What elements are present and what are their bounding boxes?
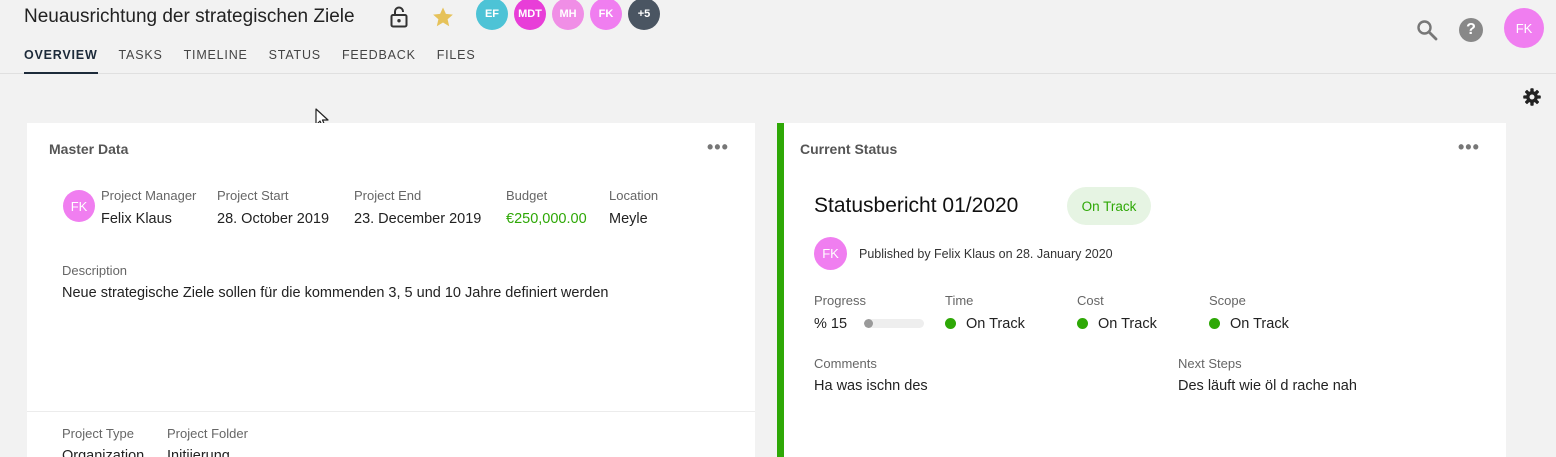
progress-label: Progress [814,293,867,308]
help-icon[interactable]: ? [1459,18,1483,42]
cost-label: Cost [1077,293,1104,308]
status-more-button[interactable]: ••• [1458,137,1480,158]
next-steps-label: Next Steps [1178,356,1242,371]
tab-overview[interactable]: OVERVIEW [24,48,98,74]
gear-icon[interactable] [1522,87,1542,107]
master-more-button[interactable]: ••• [707,137,729,158]
project-start-label: Project Start [217,188,289,203]
comments-label: Comments [814,356,877,371]
description-value: Neue strategische Ziele sollen für die k… [62,285,609,301]
project-manager-label: Project Manager [101,188,197,203]
current-status-card: Current Status ••• Statusbericht 01/2020… [777,123,1506,457]
progress-bar [864,319,924,328]
comments-value: Ha was ischn des [814,378,928,394]
project-tabs: OVERVIEW TASKS TIMELINE STATUS FEEDBACK FILES [24,48,496,74]
search-icon[interactable] [1415,18,1439,42]
next-steps-value: Des läuft wie öl d rache nah [1178,378,1357,394]
project-manager-value: Felix Klaus [101,211,172,227]
cost-status-dot [1077,318,1088,329]
tab-files[interactable]: FILES [437,48,476,74]
project-type-value: Organization [62,448,145,457]
project-end-label: Project End [354,188,422,203]
project-start-value: 28. October 2019 [217,211,330,227]
lock-open-icon[interactable] [389,6,409,28]
publisher-avatar: FK [814,237,847,270]
scope-value: On Track [1230,316,1289,332]
master-data-card: Master Data ••• FK Project Manager Felix… [27,123,755,457]
tab-feedback[interactable]: FEEDBACK [342,48,416,74]
budget-label: Budget [506,188,548,203]
project-end-value: 23. December 2019 [354,211,482,227]
project-type-label: Project Type [62,426,135,441]
app-header: Neuausrichtung der strategischen Ziele E… [0,0,1556,74]
time-status-dot [945,318,956,329]
member-avatar[interactable]: MH [552,0,584,30]
member-avatars[interactable]: EF MDT MH FK +5 [476,0,666,30]
master-data-title: Master Data [49,141,129,157]
tab-timeline[interactable]: TIMELINE [184,48,248,74]
member-avatar[interactable]: EF [476,0,508,30]
tab-status[interactable]: STATUS [269,48,321,74]
tab-tasks[interactable]: TASKS [119,48,163,74]
time-value: On Track [966,316,1025,332]
current-status-title: Current Status [800,141,898,157]
project-title: Neuausrichtung der strategischen Ziele [24,6,355,27]
star-icon[interactable] [431,5,455,29]
description-label: Description [62,263,128,278]
member-avatar[interactable]: MDT [514,0,546,30]
scope-label: Scope [1209,293,1246,308]
location-label: Location [609,188,659,203]
user-avatar[interactable]: FK [1504,8,1544,48]
time-label: Time [945,293,974,308]
project-folder-label: Project Folder [167,426,248,441]
budget-value: €250,000.00 [506,211,587,227]
progress-bar-fill [864,319,873,328]
member-avatar[interactable]: FK [590,0,622,30]
progress-value: % 15 [814,316,848,332]
project-manager-avatar: FK [63,190,95,222]
status-report-title[interactable]: Statusbericht 01/2020 [814,194,1018,218]
location-value: Meyle [609,211,648,227]
project-folder-value: Initiierung [167,448,230,457]
cost-value: On Track [1098,316,1157,332]
scope-status-dot [1209,318,1220,329]
published-info: Published by Felix Klaus on 28. January … [859,247,1113,261]
card-divider [27,411,755,412]
status-badge: On Track [1067,187,1151,225]
member-avatar[interactable]: +5 [628,0,660,30]
